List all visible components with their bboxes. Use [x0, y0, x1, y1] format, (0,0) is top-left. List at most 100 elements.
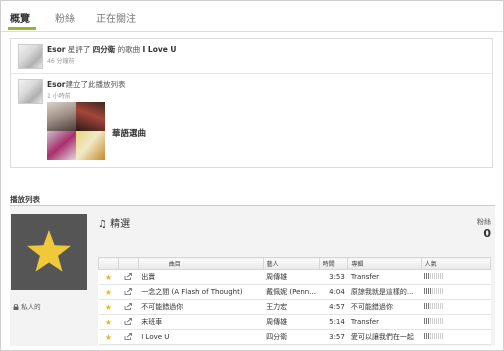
column-share — [117, 257, 139, 270]
star-button[interactable]: ★ — [98, 299, 119, 315]
table-row[interactable]: ★ I Love U 四分衛 3:57 愛可以讓我們在一起 — [98, 329, 491, 345]
track-artist[interactable]: 戴佩妮 (Penn... — [263, 284, 320, 300]
feed-action: 建立了此播放列表 — [65, 80, 126, 89]
track-table: 曲目 藝人 時間 專輯 人氣 ★ 出賣 周傳雄 3:53 Transfer ★ 一念之間 (… — [98, 257, 492, 345]
star-icon: ★ — [104, 287, 112, 297]
album-art-4 — [76, 131, 105, 160]
track-artist[interactable]: 周傳雄 — [263, 269, 320, 285]
album-art-1 — [47, 102, 76, 131]
feed-timestamp: 46 分鐘前 — [47, 58, 75, 65]
avatar[interactable] — [18, 79, 43, 104]
star-icon: ★ — [104, 317, 112, 327]
track-title[interactable]: 出賣 — [138, 269, 264, 285]
track-album[interactable]: Transfer — [347, 269, 422, 285]
playlist-link[interactable]: 華語選曲 — [112, 127, 146, 139]
profile-panel: 概覽 粉絲 正在關注 Esor 星評了 四分衛 的歌曲 I Love U 46 … — [0, 0, 504, 351]
table-row[interactable]: ★ 末班車 周傳雄 5:14 Transfer — [98, 314, 491, 330]
track-time: 4:57 — [319, 299, 348, 315]
track-time: 3:53 — [319, 269, 348, 285]
star-icon: ★ — [104, 302, 112, 312]
track-artist[interactable]: 王力宏 — [263, 299, 320, 315]
column-artist[interactable]: 藝人 — [262, 257, 320, 270]
track-title[interactable]: 一念之間 (A Flash of Thought) — [138, 284, 264, 300]
track-popularity — [421, 299, 491, 315]
tab-followers[interactable]: 粉絲 — [55, 10, 75, 25]
track-album[interactable]: 愛可以讓我們在一起 — [347, 329, 422, 345]
playlist-artwork[interactable] — [11, 214, 87, 290]
track-time: 5:14 — [319, 314, 348, 330]
tab-bar: 概覽 粉絲 正在關注 — [1, 1, 503, 32]
song-link[interactable]: I Love U — [143, 45, 177, 54]
playlist-title: ♫ 精選 — [98, 219, 131, 230]
share-button[interactable] — [118, 284, 139, 300]
column-popularity[interactable]: 人氣 — [420, 257, 492, 270]
popularity-bars — [424, 273, 444, 281]
share-icon — [124, 272, 133, 280]
column-title[interactable]: 曲目 — [137, 257, 264, 270]
feed-action: 星評了 — [67, 45, 91, 54]
star-icon — [27, 230, 71, 272]
active-tab-indicator — [8, 27, 36, 30]
column-album[interactable]: 專輯 — [347, 257, 422, 270]
tab-overview[interactable]: 概覽 — [10, 10, 30, 25]
table-row[interactable]: ★ 一念之間 (A Flash of Thought) 戴佩妮 (Penn... 4:… — [98, 284, 491, 300]
popularity-bars — [424, 288, 444, 296]
track-album[interactable]: 不可能錯過你 — [347, 299, 422, 315]
track-time: 4:04 — [319, 284, 348, 300]
feed-item: Esor 星評了 四分衛 的歌曲 I Love U 46 分鐘前 — [11, 39, 492, 73]
tab-following[interactable]: 正在關注 — [96, 10, 136, 25]
activity-feed: Esor 星評了 四分衛 的歌曲 I Love U 46 分鐘前 Esor建立了… — [10, 38, 493, 168]
privacy-status: 私人的 — [13, 301, 41, 311]
share-icon — [124, 287, 133, 295]
column-star — [98, 257, 119, 270]
followers-count: 0 — [483, 227, 491, 240]
playlist-cover-mosaic[interactable] — [47, 102, 105, 160]
popularity-bars — [424, 303, 444, 311]
playlist-panel: 私人的 ♫ 精選 粉絲 0 曲目 藝人 時間 專輯 人氣 ★ 出賣 周傳雄 3:… — [10, 206, 495, 346]
track-artist[interactable]: 周傳雄 — [263, 314, 320, 330]
feed-text: Esor 星評了 四分衛 的歌曲 I Love U — [47, 44, 177, 55]
table-header-row: 曲目 藝人 時間 專輯 人氣 — [98, 257, 492, 270]
popularity-bars — [424, 333, 444, 341]
album-art-2 — [76, 102, 105, 131]
table-row[interactable]: ★ 不可能錯過你 王力宏 4:57 不可能錯過你 — [98, 299, 491, 315]
user-link[interactable]: Esor — [47, 45, 65, 54]
table-row[interactable]: ★ 出賣 周傳雄 3:53 Transfer — [98, 269, 491, 285]
popularity-bars — [424, 318, 444, 326]
section-title: 播放列表 — [10, 195, 40, 204]
track-album[interactable]: Transfer — [347, 314, 422, 330]
share-icon — [124, 302, 133, 310]
star-icon: ★ — [104, 332, 112, 342]
artist-link[interactable]: 四分衛 — [93, 45, 116, 54]
star-button[interactable]: ★ — [98, 314, 119, 330]
album-art-3 — [47, 131, 76, 160]
lock-icon — [13, 304, 19, 310]
feed-timestamp: 1 小時前 — [47, 93, 71, 100]
track-title[interactable]: 末班車 — [138, 314, 264, 330]
track-popularity — [421, 284, 491, 300]
track-artist[interactable]: 四分衛 — [263, 329, 320, 345]
track-title[interactable]: 不可能錯過你 — [138, 299, 264, 315]
track-popularity — [421, 314, 491, 330]
star-button[interactable]: ★ — [98, 269, 119, 285]
followers-label: 粉絲 — [477, 218, 491, 226]
track-popularity — [421, 329, 491, 345]
avatar[interactable] — [18, 44, 43, 69]
share-button[interactable] — [118, 299, 139, 315]
track-title[interactable]: I Love U — [138, 329, 264, 345]
star-button[interactable]: ★ — [98, 329, 119, 345]
track-time: 3:57 — [319, 329, 348, 345]
share-button[interactable] — [118, 329, 139, 345]
feed-connector: 的歌曲 — [117, 45, 141, 54]
star-icon: ★ — [104, 272, 112, 282]
share-button[interactable] — [118, 269, 139, 285]
star-button[interactable]: ★ — [98, 284, 119, 300]
user-link[interactable]: Esor — [47, 80, 65, 89]
share-button[interactable] — [118, 314, 139, 330]
privacy-label: 私人的 — [21, 303, 41, 311]
feed-text: Esor建立了此播放列表 — [47, 79, 125, 90]
share-icon — [124, 332, 133, 340]
share-icon — [124, 317, 133, 325]
column-time[interactable]: 時間 — [318, 257, 349, 270]
track-album[interactable]: 原諒我就是這樣的... — [347, 284, 422, 300]
